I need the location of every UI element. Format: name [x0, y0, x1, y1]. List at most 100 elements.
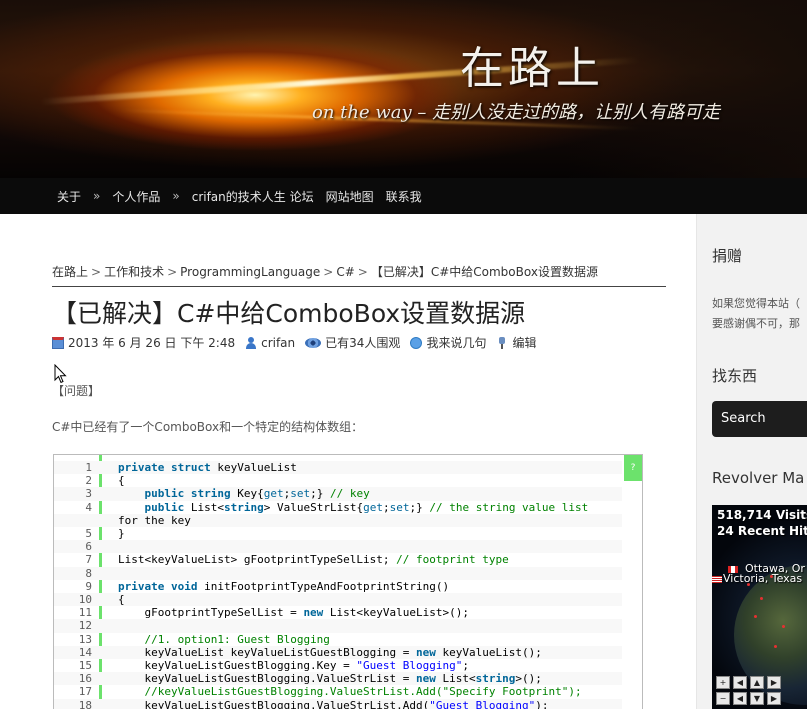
code-line: 9 private void initFootprintTypeAndFootpr… [54, 580, 622, 593]
breadcrumb-separator: > [357, 265, 368, 279]
nav-item-forum[interactable]: crifan的技术人生 论坛 [192, 188, 314, 205]
code-line-number: 14 [78, 645, 92, 659]
problem-label: 【问题】 [52, 384, 101, 398]
code-line: 12 [54, 619, 622, 633]
code-line: 4 public List<string> ValueStrList{get;s… [54, 501, 622, 514]
post-date: 2013 年 6 月 26 日 下午 2:48 [52, 334, 235, 351]
revolver-location: Victoria, Texas [723, 572, 803, 585]
sidebar-revolver-heading: Revolver Ma [712, 469, 805, 487]
nav-separator: » [93, 189, 101, 203]
code-line-text: public string Key{get;set;} // key [144, 487, 370, 501]
code-line-text: public List<string> ValueStrList{get;set… [144, 500, 589, 514]
code-line-text: //1. option1: Guest Blogging [144, 632, 330, 646]
comment-bubble-icon [410, 336, 423, 349]
post-meta: 2013 年 6 月 26 日 下午 2:48 crifan 已有34人围观 我… [52, 334, 546, 351]
sidebar-donate-heading: 捐赠 [712, 247, 743, 265]
map-pan-left-button[interactable]: ◀ [733, 676, 747, 689]
code-line-number: 8 [85, 566, 92, 580]
site-title[interactable]: 在路上 [460, 32, 604, 96]
map-zoom-in-button[interactable]: + [716, 676, 730, 689]
map-pan-down-button[interactable]: ▼ [750, 692, 764, 705]
edit-pin-icon [496, 336, 508, 349]
code-line-number: 3 [85, 487, 92, 501]
breadcrumb-programming-language[interactable]: ProgrammingLanguage [180, 265, 320, 279]
eye-icon [305, 337, 322, 348]
visitor-dot [774, 645, 777, 648]
breadcrumb-divider [52, 286, 666, 287]
code-line-number: 18 [78, 698, 92, 709]
nav-item-about[interactable]: 关于 [57, 188, 81, 205]
breadcrumb-csharp[interactable]: C# [336, 265, 354, 279]
user-icon [245, 336, 257, 349]
code-line: 6 [54, 540, 622, 554]
post-comment-link[interactable]: 我来说几句 [410, 334, 486, 351]
code-line-text: gFootprintTypeSelList = new List<keyValu… [118, 606, 470, 620]
code-block: 1 private struct keyValueList 2{3 public s… [53, 454, 643, 709]
breadcrumb-separator: > [91, 265, 102, 279]
post-title: 【已解决】C#中给ComboBox设置数据源 [52, 299, 526, 328]
code-line-number: 11 [78, 606, 92, 620]
post-views-text: 已有34人围观 [325, 336, 401, 350]
code-line: for the key [54, 513, 622, 527]
code-line: 2{ [54, 474, 622, 487]
code-line-number: 12 [78, 619, 92, 633]
code-line: 14 keyValueList keyValueListGuestBloggin… [54, 645, 622, 659]
usa-flag-icon [712, 576, 722, 583]
breadcrumb-work-tech[interactable]: 工作和技术 [104, 265, 164, 279]
site-subtitle: on the way – 走别人没走过的路，让别人有路可走 [312, 102, 721, 123]
code-line: 18 keyValueListGuestBlogging.ValueStrLis… [54, 698, 622, 709]
sidebar-donate-line: 如果您觉得本站（ [712, 297, 800, 310]
map-zoom-out-button[interactable]: − [716, 692, 730, 705]
post-edit-text[interactable]: 编辑 [512, 334, 536, 351]
code-line: 3 public string Key{get;set;} // key [54, 487, 622, 501]
nav-item-contact[interactable]: 联系我 [386, 188, 422, 205]
post-edit-link[interactable]: 编辑 [496, 334, 536, 351]
code-line-text: { [118, 593, 125, 606]
code-line-number: 17 [78, 685, 92, 699]
code-line-number: 6 [85, 540, 92, 554]
post-comment-text[interactable]: 我来说几句 [426, 334, 486, 351]
revolver-recent-hits: 24 Recent Hits [717, 524, 807, 538]
nav-item-sitemap[interactable]: 网站地图 [326, 188, 374, 205]
code-line-text: keyValueListGuestBlogging.Key = "Guest B… [118, 659, 470, 672]
code-line-number: 5 [85, 527, 92, 540]
code-line-number: 15 [78, 659, 92, 672]
code-line-number: 4 [85, 500, 92, 514]
breadcrumb-home[interactable]: 在路上 [52, 265, 88, 279]
sidebar-search-heading: 找东西 [712, 367, 758, 385]
problem-intro: C#中已经有了一个ComboBox和一个特定的结构体数组： [52, 420, 364, 434]
breadcrumb: 在路上 > 工作和技术 > ProgrammingLanguage > C# > 【已解决】C#… [52, 263, 598, 280]
code-line: 10 { [54, 593, 622, 607]
code-line-text: keyValueListGuestBlogging.ValueStrList.A… [118, 698, 549, 709]
map-rotate-left-button[interactable]: ◀ [733, 692, 747, 705]
code-line-text: keyValueListGuestBlogging.ValueStrList =… [118, 672, 542, 686]
post-author[interactable]: crifan [245, 336, 295, 350]
map-pan-up-button[interactable]: ▲ [750, 676, 764, 689]
visitor-dot [782, 625, 785, 628]
code-line: 8 [54, 566, 622, 580]
code-line-text: } [118, 527, 125, 540]
code-line: 5} [54, 527, 622, 540]
code-line: 16 keyValueListGuestBlogging.ValueStrLis… [54, 672, 622, 686]
sidebar-donate-text: 如果您觉得本站（ 要感谢偶不可，那 [712, 294, 807, 334]
code-line: 17 //keyValueListGuestBlogging.ValueStrL… [54, 685, 622, 698]
code-line-number: 2 [85, 474, 92, 488]
code-line-text: //keyValueListGuestBlogging.ValueStrList… [144, 685, 582, 699]
code-line-number: 10 [78, 593, 92, 606]
breadcrumb-separator: > [167, 265, 178, 279]
code-line-number: 13 [78, 632, 92, 646]
main-nav: 关于 » 个人作品 » crifan的技术人生 论坛 网站地图 联系我 [0, 178, 807, 214]
code-line-number: 1 [85, 461, 92, 474]
nav-separator: » [172, 189, 180, 203]
code-line-text: keyValueList keyValueListGuestBlogging =… [118, 645, 542, 659]
code-line: 13 //1. option1: Guest Blogging [54, 633, 622, 646]
post-author-text[interactable]: crifan [261, 336, 295, 350]
map-pan-right-button[interactable]: ▶ [767, 676, 781, 689]
nav-item-works[interactable]: 个人作品 [112, 188, 160, 205]
breadcrumb-current: 【已解决】C#中给ComboBox设置数据源 [370, 265, 598, 279]
code-line-text: for the key [118, 513, 191, 527]
breadcrumb-separator: > [323, 265, 334, 279]
map-rotate-right-button[interactable]: ▶ [767, 692, 781, 705]
code-help-button[interactable]: ? [624, 455, 642, 481]
header-banner: 在路上 on the way – 走别人没走过的路，让别人有路可走 [0, 0, 807, 178]
